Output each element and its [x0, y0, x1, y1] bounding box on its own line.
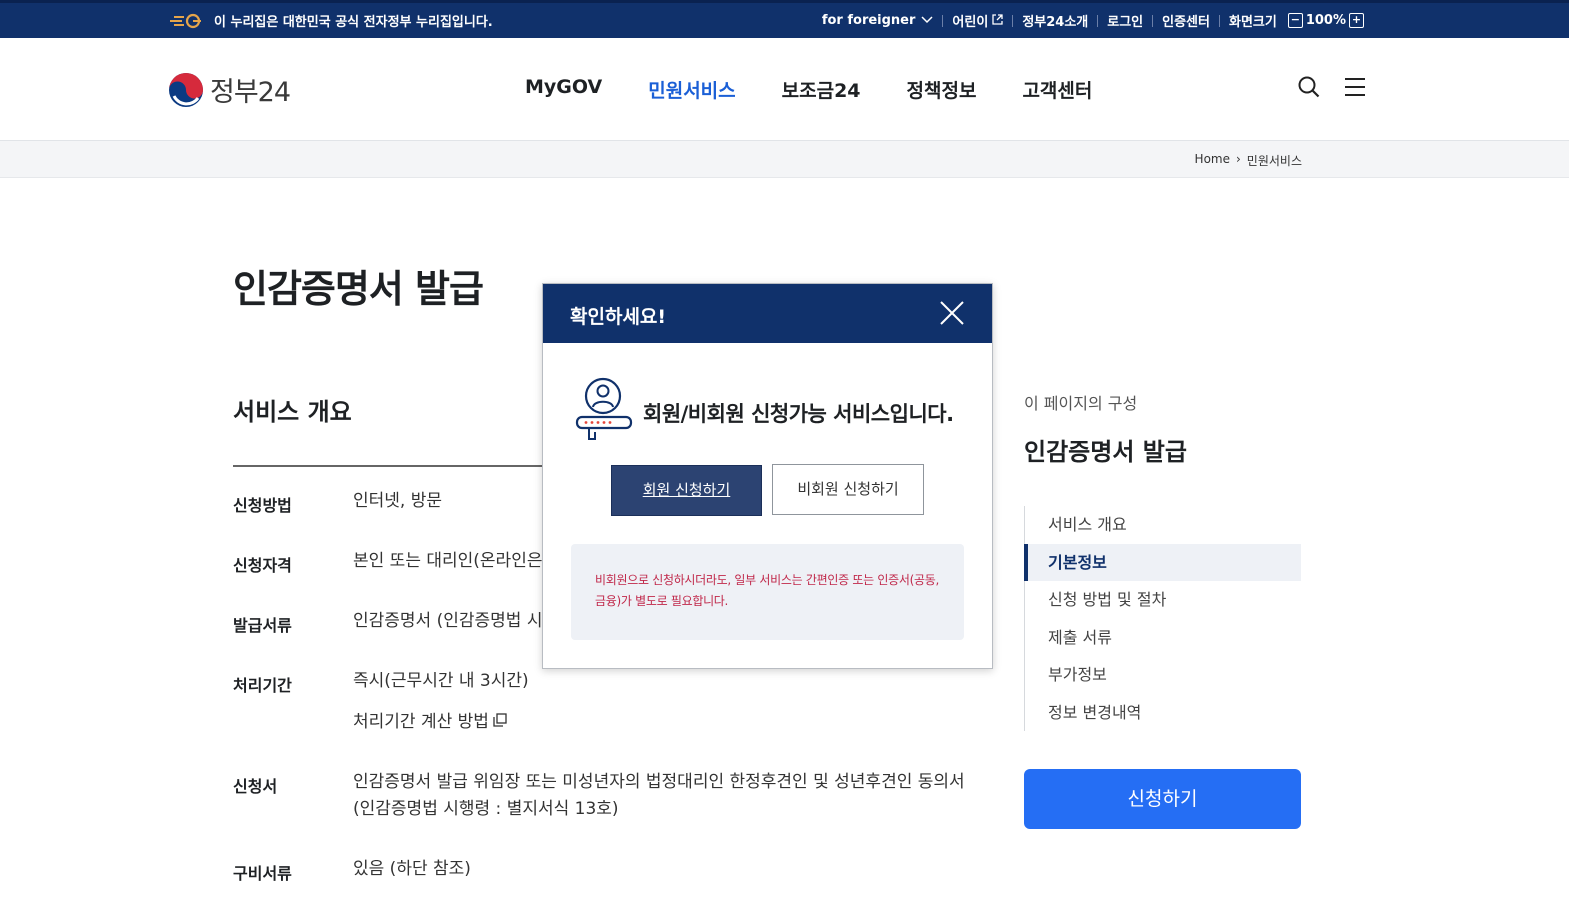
modal-notice-line: 비회원으로 신청하시더라도, 일부 서비스는 간편인증 또는 인증서(공동, — [595, 573, 939, 587]
taegeuk-emblem-icon — [168, 72, 204, 108]
row-label: 발급서류 — [233, 616, 292, 635]
processing-time-calc-link[interactable]: 처리기간 계산 방법 — [353, 709, 507, 736]
guest-apply-button[interactable]: 비회원 신청하기 — [772, 464, 924, 515]
member-user-icon — [573, 376, 633, 442]
nav-civil-service[interactable]: 민원서비스 — [648, 76, 735, 103]
page-title: 인감증명서 발급 — [233, 267, 484, 311]
toc-title: 인감증명서 발급 — [1024, 438, 1187, 466]
row-label: 신청자격 — [233, 556, 292, 575]
modal-title: 확인하세요! — [570, 306, 667, 328]
processing-time-calc-text: 처리기간 계산 방법 — [353, 712, 489, 732]
breadcrumb-current[interactable]: 민원서비스 — [1247, 152, 1302, 169]
gov-notice-bar: 이 누리집은 대한민국 공식 전자정부 누리집입니다. for foreigne… — [0, 0, 1569, 38]
zoom-level: 100% — [1305, 13, 1346, 28]
toc-item-additional-info[interactable]: 부가정보 — [1025, 656, 1301, 694]
external-link-icon[interactable] — [992, 13, 1003, 28]
member-apply-button[interactable]: 회원 신청하기 — [611, 465, 762, 516]
nav-customer-center[interactable]: 고객센터 — [1022, 76, 1092, 103]
screen-size-label: 화면크기 — [1228, 15, 1277, 30]
about-gov24-link[interactable]: 정부24소개 — [1022, 11, 1088, 30]
menu-icon[interactable] — [1344, 77, 1366, 101]
utility-links: for foreigner 어린이 정부24소개 로그인 인증센터 화면크기 −… — [822, 11, 1367, 30]
certificate-center-link[interactable]: 인증센터 — [1162, 11, 1210, 30]
nav-mygov[interactable]: MyGOV — [525, 76, 602, 103]
nav-subsidy24[interactable]: 보조금24 — [782, 76, 861, 103]
header-icons — [1298, 76, 1366, 102]
breadcrumb-home[interactable]: Home — [1195, 152, 1230, 169]
row-label: 구비서류 — [233, 864, 292, 883]
row-label: 신청방법 — [233, 496, 292, 515]
zoom-in-button[interactable]: + — [1349, 13, 1364, 28]
apply-button[interactable]: 신청하기 — [1024, 769, 1301, 829]
confirm-modal: 확인하세요! 회원/비회원 신청가능 서비스입니다. 회원 신청하기 비회원 신… — [542, 283, 993, 669]
section-title: 서비스 개요 — [233, 398, 352, 426]
search-icon[interactable] — [1298, 76, 1320, 102]
toc-caption: 이 페이지의 구성 — [1024, 394, 1138, 413]
popup-window-icon — [493, 709, 507, 736]
kids-link[interactable]: 어린이 — [952, 11, 988, 30]
for-foreigner-link[interactable]: for foreigner — [822, 13, 916, 28]
row-value: 즉시(근무시간 내 3시간) — [353, 671, 529, 691]
login-link[interactable]: 로그인 — [1107, 11, 1143, 30]
modal-header: 확인하세요! — [543, 284, 992, 343]
gov-notice: 이 누리집은 대한민국 공식 전자정부 누리집입니다. — [168, 11, 493, 30]
nav-policy-info[interactable]: 정책정보 — [907, 76, 977, 103]
modal-message: 회원/비회원 신청가능 서비스입니다. — [643, 402, 954, 426]
main-nav: MyGOV 민원서비스 보조금24 정책정보 고객센터 — [525, 76, 1092, 103]
gov24-logo[interactable]: 정부24 — [168, 70, 291, 109]
divider — [1097, 14, 1099, 27]
close-icon[interactable] — [938, 299, 966, 327]
gov-notice-text: 이 누리집은 대한민국 공식 전자정부 누리집입니다. — [214, 15, 493, 30]
logo-text: 정부24 — [210, 77, 291, 108]
toc-list: 서비스 개요 기본정보 신청 방법 및 절차 제출 서류 부가정보 정보 변경내… — [1024, 506, 1301, 731]
divider — [1218, 14, 1220, 27]
e-government-logo-icon — [168, 13, 206, 29]
toc-item-change-history[interactable]: 정보 변경내역 — [1025, 694, 1301, 732]
breadcrumb: Home › 민원서비스 — [1195, 152, 1302, 169]
zoom-out-button[interactable]: − — [1287, 13, 1303, 28]
toc-item-service-overview[interactable]: 서비스 개요 — [1025, 506, 1301, 544]
toc-item-application-method[interactable]: 신청 방법 및 절차 — [1025, 581, 1301, 619]
row-value: 인감증명서 발급 위임장 또는 미성년자의 법정대리인 한정후견인 및 성년후견… — [353, 772, 965, 792]
toc-item-basic-info[interactable]: 기본정보 — [1024, 543, 1301, 581]
modal-notice-line: 금융)가 별도로 필요합니다. — [595, 594, 729, 608]
divider — [233, 465, 543, 467]
modal-notice: 비회원으로 신청하시더라도, 일부 서비스는 간편인증 또는 인증서(공동, 금… — [571, 544, 964, 640]
divider — [1152, 14, 1154, 27]
toc-item-documents[interactable]: 제출 서류 — [1025, 619, 1301, 657]
site-header: 정부24 MyGOV 민원서비스 보조금24 정책정보 고객센터 — [0, 38, 1569, 141]
chevron-down-icon[interactable] — [921, 13, 933, 28]
chevron-right-icon: › — [1235, 152, 1241, 166]
row-value: 인감증명서 (인감증명법 시행 — [353, 611, 559, 631]
row-label: 처리기간 — [233, 676, 292, 695]
divider — [942, 14, 944, 27]
row-value: 있음 (하단 참조) — [353, 859, 471, 879]
breadcrumb-bar: Home › 민원서비스 — [0, 141, 1569, 178]
row-label: 신청서 — [233, 777, 278, 796]
row-value: 본인 또는 대리인(온라인은 — [353, 551, 543, 571]
row-value: (인감증명법 시행령 : 별지서식 13호) — [353, 799, 619, 819]
row-value: 인터넷, 방문 — [353, 491, 443, 511]
divider — [1012, 14, 1014, 27]
